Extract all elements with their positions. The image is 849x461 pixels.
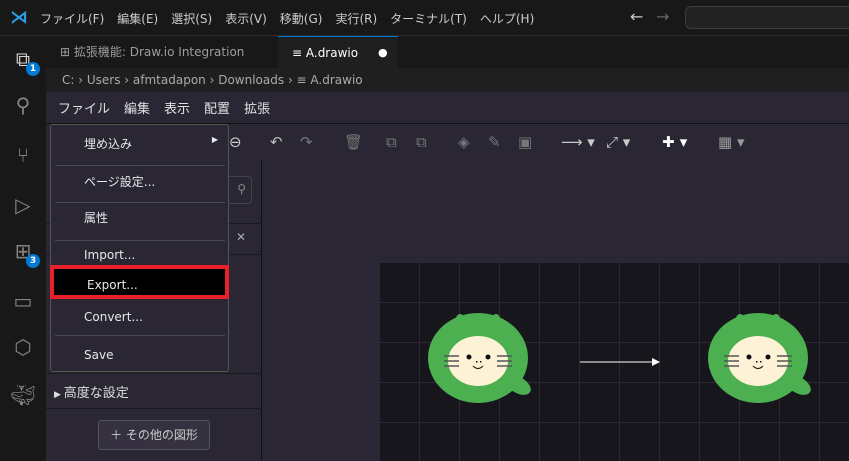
menu-item-page-setup[interactable]: ページ設定... — [51, 173, 228, 190]
menu-item-embed[interactable]: 埋め込み ▶ — [51, 135, 228, 152]
cat-shape-1[interactable] — [427, 312, 535, 404]
menu-item-label: 埋め込み — [84, 137, 133, 151]
connector-arrow[interactable] — [580, 358, 660, 366]
menu-item-import[interactable]: Import... — [51, 248, 228, 262]
submenu-arrow-icon: ▶ — [211, 135, 218, 144]
cat-shape-2[interactable] — [707, 312, 815, 404]
file-menu-popup: 埋め込み ▶ ページ設定... 属性 Import... Export... Co… — [50, 124, 229, 372]
menu-item-export[interactable]: Export... — [50, 265, 229, 299]
menu-item-convert[interactable]: Convert... — [51, 310, 228, 324]
menu-item-save[interactable]: Save — [51, 348, 228, 362]
menu-item-properties[interactable]: 属性 — [51, 209, 228, 226]
